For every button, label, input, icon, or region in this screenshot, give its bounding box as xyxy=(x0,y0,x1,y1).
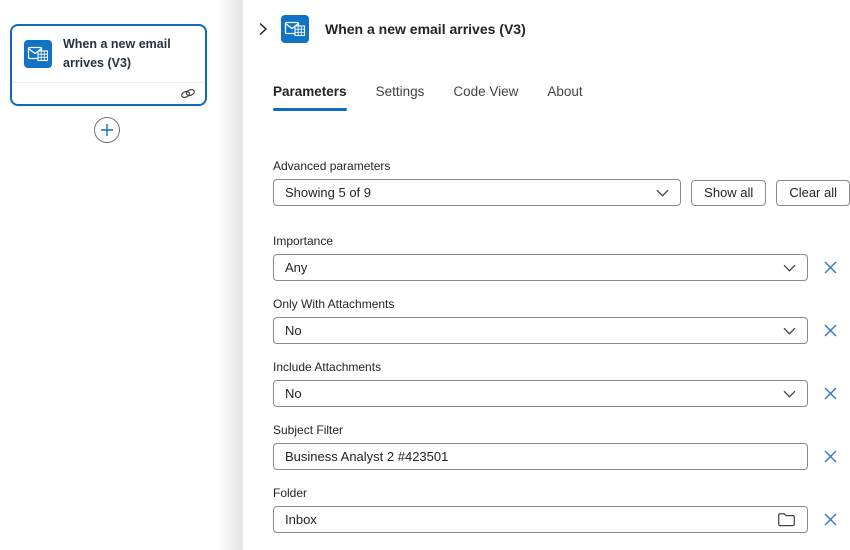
field-only-with-attachments: Only With Attachments No xyxy=(273,297,850,344)
subject-filter-label: Subject Filter xyxy=(273,423,850,437)
chevron-down-icon xyxy=(783,327,796,335)
clear-folder-button[interactable] xyxy=(821,511,839,529)
outlook-icon xyxy=(281,15,309,43)
connection-link-icon xyxy=(180,87,196,100)
clear-all-button[interactable]: Clear all xyxy=(776,180,850,206)
field-subject-filter: Subject Filter Business Analyst 2 #42350… xyxy=(273,423,850,470)
only-with-attachments-value: No xyxy=(285,323,302,338)
include-attachments-label: Include Attachments xyxy=(273,360,850,374)
show-all-button[interactable]: Show all xyxy=(691,180,766,206)
chevron-down-icon xyxy=(656,189,669,197)
subject-filter-input[interactable]: Business Analyst 2 #423501 xyxy=(273,443,808,470)
advanced-parameters-dropdown[interactable]: Showing 5 of 9 xyxy=(273,179,681,206)
subject-filter-value: Business Analyst 2 #423501 xyxy=(285,449,448,464)
x-icon xyxy=(823,260,838,275)
trigger-card-title: When a new email arrives (V3) xyxy=(63,35,189,74)
outlook-icon xyxy=(24,40,52,68)
field-folder: Folder Inbox xyxy=(273,486,850,533)
tab-code-view[interactable]: Code View xyxy=(453,84,518,111)
x-icon xyxy=(823,323,838,338)
field-importance: Importance Any xyxy=(273,234,850,281)
chevron-down-icon xyxy=(783,390,796,398)
clear-include-attachments-button[interactable] xyxy=(821,385,839,403)
folder-icon[interactable] xyxy=(777,512,796,527)
clear-importance-button[interactable] xyxy=(821,259,839,277)
advanced-parameters-section: Advanced parameters Showing 5 of 9 Show … xyxy=(273,159,850,206)
advanced-parameters-value: Showing 5 of 9 xyxy=(285,185,371,200)
x-icon xyxy=(823,512,838,527)
x-icon xyxy=(823,449,838,464)
folder-label: Folder xyxy=(273,486,850,500)
tab-about[interactable]: About xyxy=(547,84,582,111)
importance-label: Importance xyxy=(273,234,850,248)
folder-value: Inbox xyxy=(285,512,317,527)
panel-tabs: Parameters Settings Code View About xyxy=(273,84,850,111)
field-include-attachments: Include Attachments No xyxy=(273,360,850,407)
importance-dropdown[interactable]: Any xyxy=(273,254,808,281)
trigger-card-footer xyxy=(12,83,205,104)
trigger-card[interactable]: When a new email arrives (V3) xyxy=(10,24,207,106)
collapse-panel-button[interactable] xyxy=(253,19,273,39)
clear-subject-filter-button[interactable] xyxy=(821,448,839,466)
plus-icon xyxy=(100,123,114,137)
only-with-attachments-label: Only With Attachments xyxy=(273,297,850,311)
include-attachments-dropdown[interactable]: No xyxy=(273,380,808,407)
panel-title: When a new email arrives (V3) xyxy=(325,21,526,37)
x-icon xyxy=(823,386,838,401)
tab-settings[interactable]: Settings xyxy=(376,84,425,111)
only-with-attachments-dropdown[interactable]: No xyxy=(273,317,808,344)
chevron-right-icon xyxy=(257,22,269,36)
add-step-button[interactable] xyxy=(94,117,120,143)
flow-canvas: When a new email arrives (V3) xyxy=(0,0,243,550)
tab-parameters[interactable]: Parameters xyxy=(273,84,347,111)
parameters-content: Advanced parameters Showing 5 of 9 Show … xyxy=(273,159,850,533)
include-attachments-value: No xyxy=(285,386,302,401)
clear-only-with-attachments-button[interactable] xyxy=(821,322,839,340)
trigger-settings-panel: When a new email arrives (V3) Parameters… xyxy=(243,0,850,550)
trigger-card-header: When a new email arrives (V3) xyxy=(12,26,205,83)
advanced-parameters-label: Advanced parameters xyxy=(273,159,850,173)
folder-input[interactable]: Inbox xyxy=(273,506,808,533)
chevron-down-icon xyxy=(783,264,796,272)
panel-header: When a new email arrives (V3) xyxy=(243,0,850,43)
importance-value: Any xyxy=(285,260,307,275)
